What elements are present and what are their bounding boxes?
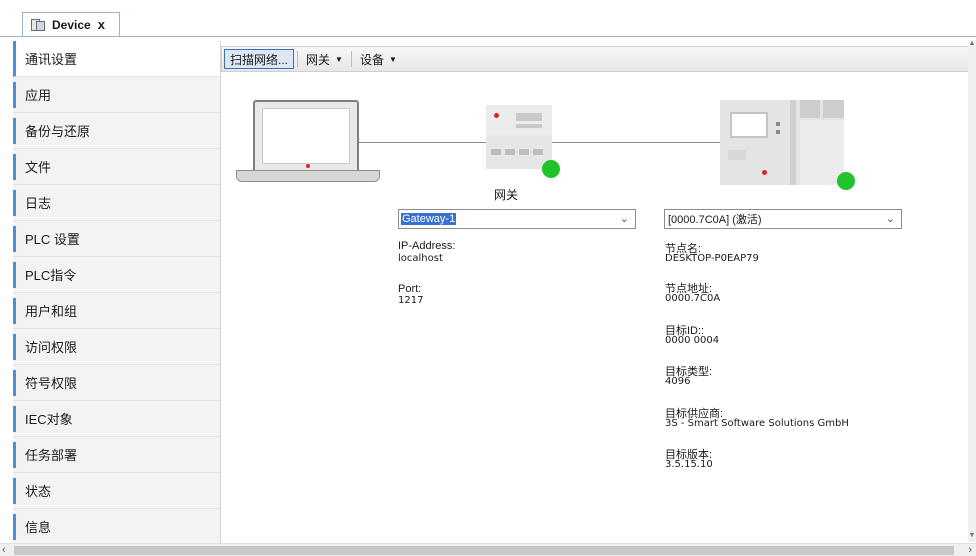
target-type-value: 4096	[665, 376, 691, 387]
nav-accent	[13, 478, 16, 504]
nav-accent	[13, 334, 16, 360]
nav-accent	[13, 298, 16, 324]
sidebar-item-label: 备份与还原	[25, 124, 91, 139]
sidebar-item-label: 文件	[25, 160, 52, 175]
sidebar-item-label: 符号权限	[25, 376, 78, 391]
target-id-value: 0000 0004	[665, 335, 720, 346]
gateway-status-icon	[542, 160, 560, 178]
gateway-select-value: Gateway-1	[401, 213, 457, 225]
sidebar-item-symbol-rights[interactable]: 符号权限	[13, 365, 220, 401]
vertical-scrollbar[interactable]: ▲ ▼	[968, 40, 976, 542]
toolbar: 扫描网络... 网关 ▼ 设备 ▼	[221, 46, 971, 72]
scroll-down-icon[interactable]: ▼	[968, 532, 976, 542]
led-indicator	[306, 164, 310, 168]
sidebar-item-label: PLC 设置	[25, 232, 80, 247]
laptop-icon	[253, 100, 359, 170]
device-icon	[31, 18, 45, 32]
sidebar-item-applications[interactable]: 应用	[13, 77, 220, 113]
device-select-value: [0000.7C0A] (激活)	[668, 214, 762, 226]
target-vendor-value: 3S - Smart Software Solutions GmbH	[665, 418, 849, 429]
nav-accent	[13, 442, 16, 468]
nav-accent	[13, 118, 16, 144]
sidebar-item-plc-shell[interactable]: PLC指令	[13, 257, 220, 293]
node-address-value: 0000.7C0A	[665, 293, 721, 304]
node-name-value: DESKTOP-P0EAP79	[665, 253, 759, 264]
sidebar-item-access-rights[interactable]: 访问权限	[13, 329, 220, 365]
sidebar-item-label: 应用	[25, 88, 52, 103]
nav-accent	[13, 82, 16, 108]
sidebar-item-label: PLC指令	[25, 268, 77, 283]
ip-address-label: IP-Address:	[398, 240, 456, 252]
device-select[interactable]: [0000.7C0A] (激活) ⌄	[664, 209, 902, 229]
sidebar-item-users-groups[interactable]: 用户和组	[13, 293, 220, 329]
close-icon[interactable]: x	[98, 17, 105, 32]
nav-accent	[13, 226, 16, 252]
laptop-base	[236, 170, 380, 182]
scan-network-label: 扫描网络...	[230, 52, 289, 67]
sidebar-item-label: 信息	[25, 520, 52, 535]
document-tabstrip: Device x	[0, 0, 976, 40]
scroll-left-icon[interactable]: ‹	[2, 544, 6, 556]
gateway-icon	[486, 105, 560, 178]
sidebar-item-label: 任务部署	[25, 448, 78, 463]
plc-screen	[730, 112, 768, 138]
sidebar-item-backup-restore[interactable]: 备份与还原	[13, 113, 220, 149]
sidebar-item-label: 日志	[25, 196, 52, 211]
target-version-value: 3.5.15.10	[665, 459, 713, 470]
sidebar-item-log[interactable]: 日志	[13, 185, 220, 221]
gateway-caption: 网关	[494, 188, 519, 202]
scroll-right-icon[interactable]: ›	[968, 544, 972, 556]
port-label: Port:	[398, 283, 422, 295]
toolbar-separator	[297, 51, 299, 67]
caret-down-icon: ▼	[388, 54, 397, 64]
sidebar-item-information[interactable]: 信息	[13, 509, 220, 545]
ip-address-value: localhost	[398, 253, 443, 264]
tab-device[interactable]: Device x	[22, 12, 120, 36]
tab-label: Device	[52, 17, 91, 32]
scan-network-button[interactable]: 扫描网络...	[224, 49, 295, 69]
gateway-menu-button[interactable]: 网关 ▼	[301, 49, 348, 69]
sidebar-item-label: 通讯设置	[25, 52, 78, 67]
sidebar-item-iec-objects[interactable]: IEC对象	[13, 401, 220, 437]
connection-line	[552, 142, 720, 143]
sidebar-item-communication[interactable]: 通讯设置	[13, 41, 220, 77]
caret-down-icon: ▼	[335, 54, 343, 64]
led-indicator	[762, 170, 767, 175]
plc-device-icon	[720, 100, 855, 190]
gateway-menu-label: 网关	[306, 52, 331, 67]
device-menu-button[interactable]: 设备 ▼	[355, 49, 402, 69]
nav-accent	[13, 406, 16, 432]
nav-accent	[13, 262, 16, 288]
sidebar-item-files[interactable]: 文件	[13, 149, 220, 185]
sidebar-item-label: 访问权限	[25, 340, 78, 355]
nav-accent	[13, 514, 16, 540]
nav-accent	[13, 190, 16, 216]
device-status-icon	[837, 172, 855, 190]
toolbar-separator	[350, 51, 352, 67]
port-value: 1217	[398, 295, 424, 306]
device-menu-label: 设备	[359, 52, 384, 67]
sidebar-item-label: IEC对象	[25, 412, 73, 427]
nav-accent	[13, 154, 16, 180]
scrollbar-thumb[interactable]	[14, 546, 954, 555]
led-indicator	[494, 113, 499, 118]
gateway-select[interactable]: Gateway-1 ⌄	[398, 209, 636, 229]
sidebar-item-task-deployment[interactable]: 任务部署	[13, 437, 220, 473]
sidebar-item-label: 状态	[25, 484, 52, 499]
sidebar-nav: 通讯设置 应用 备份与还原 文件 日志 PLC 设置 PLC指令 用户和组 访问…	[13, 41, 221, 545]
sidebar-item-plc-settings[interactable]: PLC 设置	[13, 221, 220, 257]
nav-accent	[13, 370, 16, 396]
scroll-up-icon[interactable]: ▲	[968, 40, 976, 50]
tab-underline	[0, 36, 976, 40]
sidebar-item-label: 用户和组	[25, 304, 78, 319]
horizontal-scrollbar[interactable]: ‹ ›	[0, 543, 976, 556]
sidebar-item-status[interactable]: 状态	[13, 473, 220, 509]
chevron-down-icon: ⌄	[885, 213, 895, 225]
chevron-down-icon: ⌄	[619, 213, 629, 225]
connection-line	[359, 142, 486, 143]
